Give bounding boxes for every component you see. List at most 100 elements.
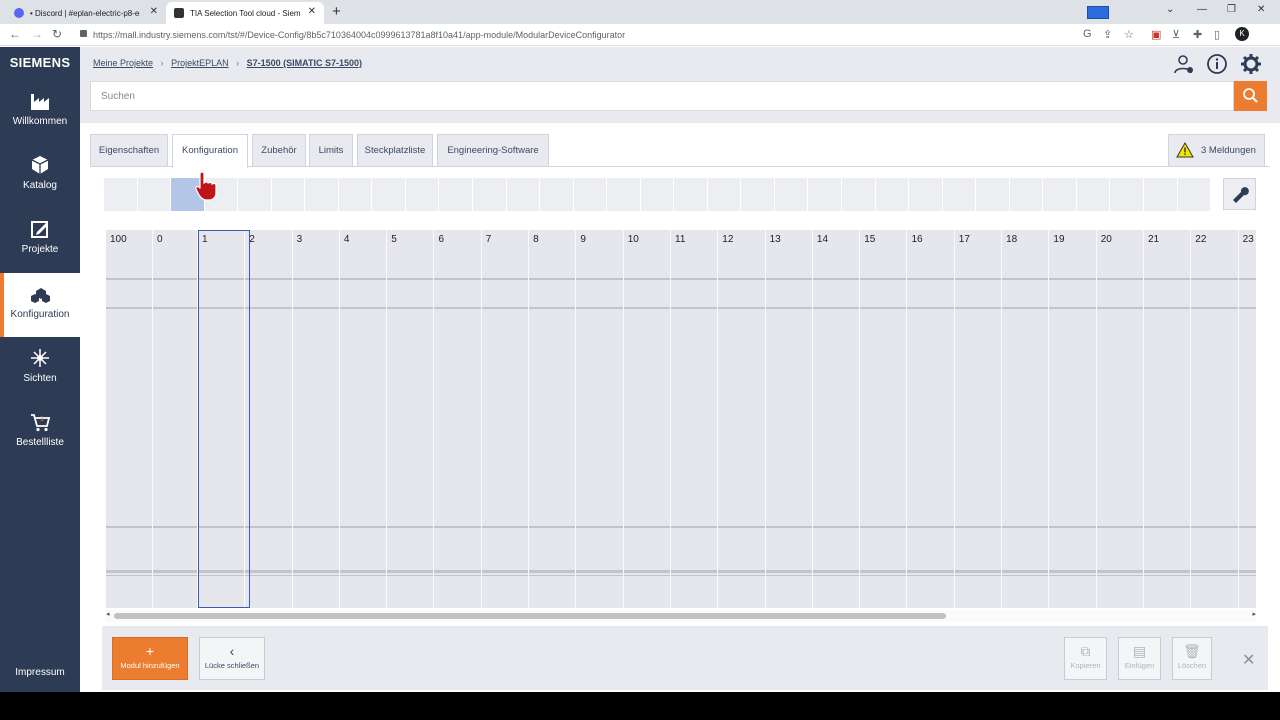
close-icon[interactable]: ✕ (1242, 650, 1255, 670)
tab-zubehoer[interactable]: Zubehör (252, 134, 306, 167)
rack-slot-18[interactable] (1002, 230, 1050, 608)
close-gap-button[interactable]: ‹ Lücke schließen (199, 637, 265, 680)
impressum-link[interactable]: Impressum (0, 667, 80, 678)
add-module-button[interactable]: + Modul hinzufügen (112, 637, 188, 680)
sidebar-item-katalog[interactable]: Katalog (0, 144, 80, 208)
slot-overview-box[interactable] (942, 178, 977, 211)
rack-view[interactable]: 100 0 1 2 3 4 5 6 7 8 9 10 11 12 13 14 15 16 17 18 19 20 21 22 2… (106, 230, 1256, 608)
close-tab-icon[interactable]: ✕ (308, 7, 316, 17)
rack-slot-4[interactable] (340, 230, 388, 608)
share-icon[interactable]: ⇪ (1103, 28, 1112, 41)
wrench-button[interactable] (1223, 178, 1256, 210)
slot-overview-box[interactable] (238, 178, 272, 211)
gear-icon[interactable] (1240, 53, 1262, 75)
copy-button[interactable]: ⧉ Kopieren (1064, 637, 1107, 680)
rack-slot-23[interactable] (1239, 230, 1256, 608)
profile-avatar[interactable]: K (1235, 27, 1249, 41)
slot-overview-box[interactable] (1009, 178, 1044, 211)
search-button[interactable] (1234, 81, 1267, 111)
slot-overview-box[interactable] (1143, 178, 1178, 211)
extension-icon[interactable]: ▣ (1151, 28, 1161, 41)
minimize-window-icon[interactable]: — (1197, 4, 1207, 15)
slot-overview-box[interactable] (909, 178, 943, 211)
slot-overview-box[interactable] (842, 178, 876, 211)
info-icon[interactable] (1206, 53, 1228, 75)
user-settings-icon[interactable] (1173, 53, 1195, 75)
browser-tab-discord[interactable]: • Discord | #eplan-electric-p8-er ✕ (6, 2, 166, 24)
back-icon[interactable]: ← (9, 27, 21, 41)
slot-overview-box[interactable] (540, 178, 574, 211)
sidebar-item-willkommen[interactable]: Willkommen (0, 80, 80, 144)
rack-slot-0[interactable] (153, 230, 198, 608)
rack-slot-8[interactable] (529, 230, 577, 608)
scrollbar-thumb[interactable] (114, 613, 946, 619)
rack-slot-13[interactable] (766, 230, 813, 608)
rack-slot-15[interactable] (860, 230, 908, 608)
rack-slot-19[interactable] (1049, 230, 1097, 608)
slot-overview-box[interactable] (573, 178, 608, 211)
rack-slot-100[interactable] (106, 230, 153, 608)
slot-overview-box[interactable] (506, 178, 541, 211)
slot-overview-box[interactable] (741, 178, 775, 211)
rack-slot-7[interactable] (482, 230, 530, 608)
rack-slot-11[interactable] (671, 230, 719, 608)
slot-overview-box[interactable] (640, 178, 675, 211)
slot-overview-box[interactable] (774, 178, 809, 211)
rack-slot-3[interactable] (293, 230, 340, 608)
tab-limits[interactable]: Limits (309, 134, 353, 167)
extension-2-icon[interactable]: ⊻ (1172, 28, 1180, 41)
horizontal-scrollbar[interactable]: ◂ ▸ (106, 610, 1256, 622)
tab-engineering-software[interactable]: Engineering-Software (437, 134, 549, 167)
scroll-right-icon[interactable]: ▸ (1252, 610, 1256, 618)
browser-tab-tia[interactable]: TIA Selection Tool cloud - Sieme ✕ (166, 2, 324, 24)
messages-button[interactable]: 3 Meldungen (1168, 134, 1265, 167)
slot-overview-box[interactable] (473, 178, 507, 211)
slot-overview-box[interactable] (137, 178, 172, 211)
breadcrumb-link[interactable]: ProjektEPLAN (171, 58, 229, 68)
delete-button[interactable]: 🗑 Löschen (1172, 637, 1212, 680)
rack-slot-2[interactable] (245, 230, 293, 608)
rack-slot-10[interactable] (624, 230, 671, 608)
sidebar-item-sichten[interactable]: Sichten (0, 337, 80, 401)
puzzle-icon[interactable]: ✚ (1193, 28, 1202, 41)
rack-slot-22[interactable] (1191, 230, 1239, 608)
search-input[interactable]: Suchen (90, 81, 1234, 111)
tab-steckplatzliste[interactable]: Steckplatzliste (357, 134, 433, 167)
minimize-icon[interactable]: ⌄ (1166, 4, 1174, 15)
slot-overview-box[interactable] (808, 178, 843, 211)
sidebar-item-projekte[interactable]: Projekte (0, 208, 80, 272)
breadcrumb-link[interactable]: Meine Projekte (93, 58, 153, 68)
rack-slot-12[interactable] (718, 230, 766, 608)
tab-eigenschaften[interactable]: Eigenschaften (90, 134, 168, 167)
rack-slot-5[interactable] (387, 230, 435, 608)
slot-overview-box[interactable] (271, 178, 306, 211)
sidebar-item-bestellliste[interactable]: 1 Bestellliste (0, 401, 80, 465)
slot-overview-box[interactable] (439, 178, 474, 211)
slot-overview-box[interactable] (1043, 178, 1077, 211)
slot-overview-box[interactable] (338, 178, 373, 211)
rack-slot-6[interactable] (435, 230, 482, 608)
forward-icon[interactable]: → (31, 27, 43, 41)
slot-overview-box[interactable] (875, 178, 910, 211)
slot-overview-box[interactable] (1110, 178, 1144, 211)
paste-button[interactable]: ▤ Einfügen (1118, 637, 1161, 680)
scroll-left-icon[interactable]: ◂ (106, 610, 110, 618)
close-window-icon[interactable]: ✕ (1257, 4, 1265, 15)
slot-overview-box[interactable] (405, 178, 440, 211)
slot-overview-box[interactable] (674, 178, 708, 211)
bookmark-star-icon[interactable]: ☆ (1124, 28, 1134, 41)
slot-overview-box[interactable] (1076, 178, 1111, 211)
google-icon[interactable]: G (1083, 28, 1092, 40)
reload-icon[interactable]: ↻ (52, 27, 62, 41)
rack-slot-21[interactable] (1144, 230, 1192, 608)
rack-slot-16[interactable] (908, 230, 955, 608)
new-tab-icon[interactable]: + (332, 3, 341, 20)
slot-overview-box[interactable] (607, 178, 641, 211)
close-tab-icon[interactable]: ✕ (150, 7, 158, 17)
sidepanel-icon[interactable]: ▯ (1214, 28, 1220, 41)
rack-slot-17[interactable] (955, 230, 1003, 608)
url-field[interactable]: https://mall.industry.siemens.com/tst/#/… (93, 30, 625, 40)
rack-slot-20[interactable] (1097, 230, 1144, 608)
sidebar-item-konfiguration[interactable]: Konfiguration (0, 273, 80, 337)
rack-slot-9[interactable] (576, 230, 624, 608)
